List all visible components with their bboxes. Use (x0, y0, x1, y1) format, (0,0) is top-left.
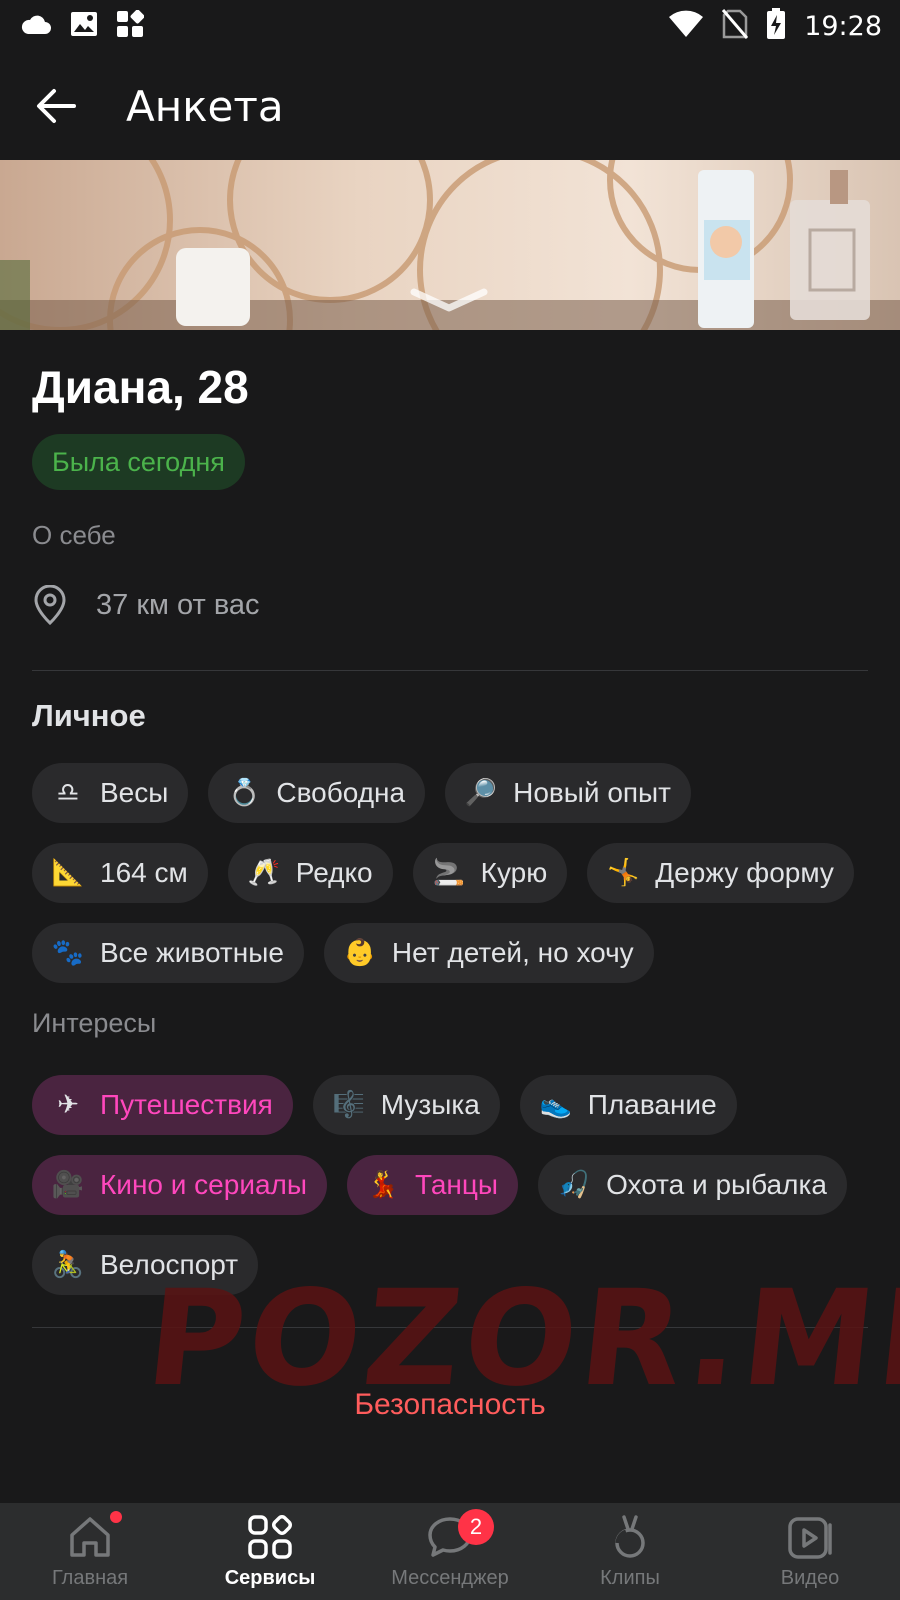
chip-emoji-icon: 🚬 (432, 858, 465, 888)
chevron-down-icon[interactable] (410, 288, 488, 314)
services-icon (248, 1515, 292, 1559)
chip-label: 164 см (100, 857, 188, 888)
chip-label: Весы (100, 777, 169, 808)
chip[interactable]: 💍 Свободна (208, 763, 426, 823)
chip-emoji-icon: 🔎 (464, 778, 498, 808)
location-row: 37 км от вас (32, 585, 260, 625)
chip-label: Кино и сериалы (100, 1169, 308, 1200)
chip[interactable]: 🚴 Велоспорт (32, 1235, 259, 1295)
chip[interactable]: 🎥 Кино и сериалы (32, 1155, 328, 1215)
chip-label: Музыка (380, 1089, 480, 1120)
chip-label: Охота и рыбалка (606, 1169, 827, 1200)
chip-emoji-icon: 🥂 (247, 858, 280, 888)
chip-label: Новый опыт (513, 777, 672, 808)
no-sim-icon (722, 8, 749, 44)
tab-label: Сервисы (224, 1567, 316, 1589)
chip-label: Путешествия (100, 1089, 273, 1120)
chip-label: Держу форму (655, 857, 834, 888)
chip-emoji-icon: 👟 (539, 1090, 572, 1120)
chip-label: Плавание (587, 1089, 717, 1120)
chip[interactable]: 👟 Плавание (519, 1075, 737, 1135)
chip[interactable]: 🎣 Охота и рыбалка (538, 1155, 847, 1215)
chip[interactable]: 📐 164 см (32, 843, 208, 903)
wifi-icon (668, 10, 704, 43)
tab-label: Клипы (600, 1567, 660, 1589)
chip-label: Курю (480, 857, 548, 888)
about-label: О себе (32, 520, 116, 550)
status-icons-left (20, 9, 145, 43)
chip[interactable]: 💃 Танцы (347, 1155, 519, 1215)
chip-emoji-icon: 💃 (366, 1170, 400, 1200)
back-button[interactable] (26, 76, 86, 136)
chip[interactable]: ♎ Весы (32, 763, 189, 823)
status-time: 19:28 (804, 10, 882, 42)
arrow-back-icon (37, 89, 76, 123)
chip-emoji-icon: ♎ (56, 778, 80, 808)
home-icon (70, 1517, 110, 1557)
profile-photo[interactable] (0, 160, 900, 330)
bottom-tab-bar: Главная Сервисы 2 Мессенджер Клипы Видео (0, 1503, 900, 1600)
tab-label: Главная (51, 1567, 129, 1589)
apps-icon (116, 9, 145, 43)
chip-label: Свободна (276, 777, 406, 808)
chip-emoji-icon: 🎥 (51, 1170, 85, 1200)
unread-badge: 2 (458, 1509, 494, 1545)
location-pin-icon (34, 585, 66, 625)
chip-emoji-icon: 🚴 (51, 1250, 85, 1280)
chip[interactable]: ✈ Путешествия (32, 1075, 293, 1135)
tab-clips[interactable]: Клипы (540, 1503, 720, 1600)
app-bar: Анкета (0, 52, 900, 160)
safety-link[interactable]: Безопасность (0, 1388, 900, 1422)
image-icon (70, 11, 98, 42)
tab-home[interactable]: Главная (0, 1503, 180, 1600)
chip-emoji-icon: 📐 (51, 858, 85, 888)
chip[interactable]: 🚬 Курю (412, 843, 568, 903)
interest-chips: ✈ Путешествия 🎼 Музыка 👟 Плавание 🎥 Кино и сери… (32, 1075, 868, 1295)
chip-label: Все животные (100, 937, 284, 968)
chip[interactable]: 🤸 Держу форму (587, 843, 854, 903)
distance-text: 37 км от вас (96, 588, 260, 621)
divider (32, 1327, 868, 1328)
chip-emoji-icon: 🎼 (332, 1090, 365, 1120)
chip-emoji-icon: 🎣 (557, 1170, 591, 1200)
chip[interactable]: 👶 Нет детей, но хочу (323, 923, 654, 983)
chip-label: Редко (295, 857, 373, 888)
personal-section-title: Личное (32, 698, 146, 733)
divider (32, 670, 868, 671)
status-bar: 19:28 (0, 0, 900, 52)
cloud-icon (20, 13, 52, 40)
chip-emoji-icon: 💍 (228, 778, 261, 808)
tab-label: Видео (780, 1567, 840, 1589)
chip-label: Нет детей, но хочу (391, 937, 634, 968)
video-icon (788, 1517, 832, 1559)
profile-name-age: Диана, 28 (32, 361, 249, 413)
page-title: Анкета (126, 81, 284, 131)
interests-section-title: Интересы (32, 1008, 157, 1038)
tab-video[interactable]: Видео (720, 1503, 900, 1600)
chip[interactable]: 🔎 Новый опыт (445, 763, 692, 823)
battery-charging-icon (766, 7, 786, 45)
clips-icon (615, 1515, 645, 1558)
chip[interactable]: 🥂 Редко (227, 843, 393, 903)
notification-dot (110, 1511, 122, 1523)
tab-services[interactable]: Сервисы (180, 1503, 360, 1600)
tab-messenger[interactable]: 2 Мессенджер (360, 1503, 540, 1600)
tab-label: Мессенджер (391, 1567, 509, 1589)
chip-label: Велоспорт (100, 1249, 239, 1280)
status-icons-right: 19:28 (668, 7, 882, 45)
chip-label: Танцы (415, 1169, 499, 1200)
chip-emoji-icon: ✈ (57, 1090, 79, 1120)
chip-emoji-icon: 🤸 (607, 858, 640, 888)
chip[interactable]: 🐾 Все животные (32, 923, 304, 983)
personal-chips: ♎ Весы 💍 Свободна 🔎 Новый опыт 📐 164 см 🥂 Редко 🚬 К… (32, 763, 868, 983)
chip-emoji-icon: 🐾 (51, 938, 85, 968)
chip-emoji-icon: 👶 (343, 938, 377, 968)
online-status-badge: Была сегодня (32, 434, 245, 490)
chip[interactable]: 🎼 Музыка (312, 1075, 500, 1135)
